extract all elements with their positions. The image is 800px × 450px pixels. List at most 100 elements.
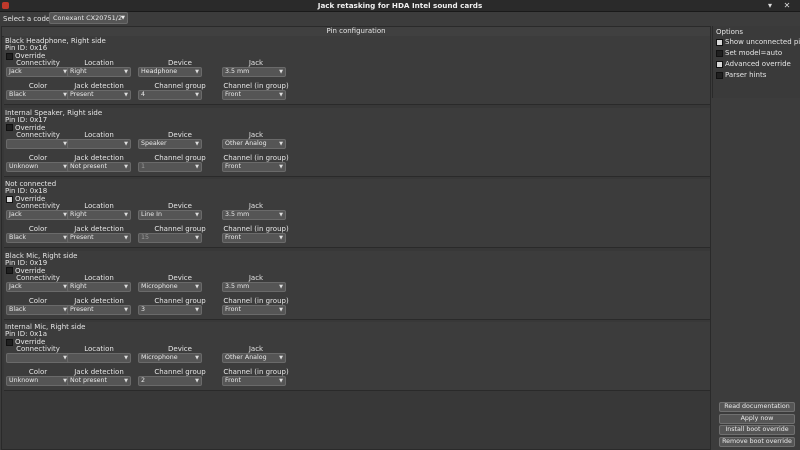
field-combo[interactable]: Front ▼ [222,376,286,386]
field-label: Device [168,202,192,210]
close-icon[interactable]: ✕ [782,0,792,11]
field-combo[interactable]: ▼ [6,138,70,149]
field-combo[interactable]: 2 ▼ [138,376,202,386]
field-label: Channel group [154,82,206,90]
apply-now-button[interactable]: Apply now [719,414,795,424]
field-combo[interactable]: Not present ▼ [67,376,131,386]
window-title: Jack retasking for HDA Intel sound cards [317,1,483,10]
pin-id: Pin ID: 0x1a [5,330,48,338]
option-checkbox[interactable]: Show unconnected pins [716,38,800,46]
combo-value: Unknown [9,377,39,384]
field-combo[interactable]: 3.5 mm ▼ [222,210,286,220]
field-combo[interactable]: Headphone ▼ [138,67,202,77]
minimize-icon[interactable]: ▾ [765,0,775,11]
combo-value: Right [70,68,87,75]
combo-value: 3.5 mm [225,282,250,290]
options-panel: Options Show unconnected pins Set model=a… [712,26,800,98]
field-combo[interactable]: Front ▼ [222,233,286,243]
field-label: Location [84,345,114,353]
dropdown-arrow-icon: ▼ [124,92,128,98]
combo-value: Not present [70,162,107,170]
checkbox-box[interactable] [716,49,723,57]
dropdown-arrow-icon: ▼ [195,378,199,384]
option-checkbox[interactable]: Parser hints [716,71,766,79]
field-combo[interactable]: 3.5 mm ▼ [222,281,286,292]
field-combo[interactable]: Black ▼ [6,304,70,315]
field-combo[interactable]: Line In ▼ [138,210,202,220]
combo-value: Jack [9,211,22,218]
combo-value: 1 [141,162,146,170]
read-documentation-button[interactable]: Read documentation [719,402,795,412]
field-combo[interactable]: Unknown ▼ [6,161,70,172]
field-combo[interactable]: 3 ▼ [138,304,202,315]
field-combo[interactable]: Black ▼ [6,233,70,243]
field-combo[interactable]: Jack ▼ [6,210,70,220]
field-combo[interactable]: Right ▼ [67,281,131,292]
combo-value: 3.5 mm [225,68,250,75]
checkbox-box[interactable] [716,60,723,68]
combo-value: Black [9,234,27,241]
field-combo[interactable]: Not present ▼ [67,161,131,172]
codec-select[interactable]: Conexant CX20751/2 ▼ [49,12,128,24]
dropdown-arrow-icon: ▼ [124,235,128,241]
dropdown-arrow-icon: ▼ [124,378,128,384]
combo-value: Black [9,305,27,313]
dropdown-arrow-icon: ▼ [279,140,283,147]
remove-boot-override-button[interactable]: Remove boot override [719,437,795,447]
field-combo[interactable]: 1 ▼ [138,161,202,172]
combo-value: Front [225,91,241,98]
dropdown-arrow-icon: ▼ [124,69,128,75]
field-combo[interactable]: 15 ▼ [138,233,202,243]
field-label: Channel group [154,225,206,233]
combo-value: Jack [9,68,22,75]
combo-value: Other Analog [225,139,267,147]
field-combo[interactable]: Jack ▼ [6,67,70,77]
dropdown-arrow-icon: ▼ [279,212,283,218]
pin-section: Internal Speaker, Right side Pin ID: 0x17… [4,107,710,177]
field-combo[interactable]: Present ▼ [67,304,131,315]
option-checkbox[interactable]: Set model=auto [716,49,782,57]
field-combo[interactable]: Front ▼ [222,304,286,315]
field-combo[interactable]: ▼ [67,138,131,149]
combo-value: Line In [141,211,162,218]
field-combo[interactable]: Speaker ▼ [138,138,202,149]
field-combo[interactable]: Microphone ▼ [138,353,202,363]
field-combo[interactable]: ▼ [67,353,131,363]
field-combo[interactable]: Present ▼ [67,233,131,243]
dropdown-arrow-icon: ▼ [279,92,283,98]
option-checkbox[interactable]: Advanced override [716,60,791,68]
combo-value: Other Analog [225,354,267,361]
combo-value: Microphone [141,354,178,361]
install-boot-override-button[interactable]: Install boot override [719,425,795,435]
field-combo[interactable]: Right ▼ [67,210,131,220]
pin-section: Black Headphone, Right side Pin ID: 0x16 O… [4,36,710,105]
codec-select-value: Conexant CX20751/2 [53,14,123,22]
field-label: Jack [248,345,264,353]
combo-value: Front [225,377,241,384]
field-combo[interactable]: ▼ [6,353,70,363]
checkbox-box[interactable] [716,71,723,79]
field-combo[interactable]: Present ▼ [67,90,131,100]
field-combo[interactable]: 4 ▼ [138,90,202,100]
codec-bar: Select a codec: Conexant CX20751/2 ▼ [0,11,800,27]
checkbox-box[interactable] [716,38,723,46]
combo-value: 15 [141,234,150,241]
field-combo[interactable]: Front ▼ [222,90,286,100]
field-combo[interactable]: Front ▼ [222,161,286,172]
field-combo[interactable]: 3.5 mm ▼ [222,67,286,77]
dropdown-arrow-icon: ▼ [279,283,283,290]
field-combo[interactable]: Other Analog ▼ [222,353,286,363]
field-combo[interactable]: Right ▼ [67,67,131,77]
pin-section: Internal Mic, Right side Pin ID: 0x1a Over… [4,322,710,391]
field-label: Channel (in group) [223,225,289,233]
field-combo[interactable]: Unknown ▼ [6,376,70,386]
field-combo[interactable]: Black ▼ [6,90,70,100]
dropdown-arrow-icon: ▼ [124,212,128,218]
dropdown-arrow-icon: ▼ [279,378,283,384]
dropdown-arrow-icon: ▼ [195,283,199,290]
field-label: Channel (in group) [223,153,289,162]
field-combo[interactable]: Microphone ▼ [138,281,202,292]
field-combo[interactable]: Other Analog ▼ [222,138,286,149]
dropdown-arrow-icon: ▼ [279,306,283,313]
field-combo[interactable]: Jack ▼ [6,281,70,292]
